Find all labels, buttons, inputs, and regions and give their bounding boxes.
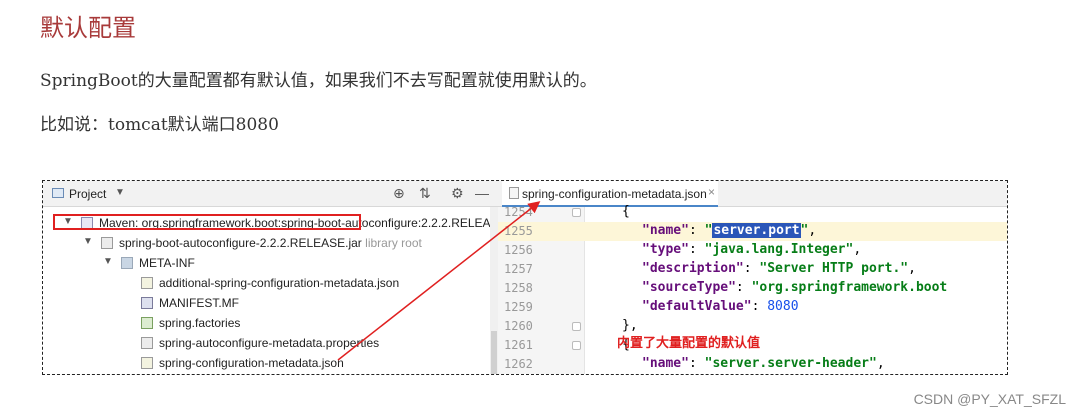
- code-line: 1259 "defaultValue": 8080: [498, 298, 1007, 317]
- tree-row-file[interactable]: MANIFEST.MF: [43, 293, 498, 313]
- code-separator: :: [751, 299, 768, 314]
- json-key: "description": [642, 261, 744, 276]
- json-key: "sourceType": [642, 280, 736, 295]
- code-separator: :: [688, 242, 705, 257]
- factories-file-icon: [141, 317, 153, 329]
- scrollbar-thumb[interactable]: [491, 331, 497, 374]
- code-text: {: [622, 204, 630, 219]
- project-panel-title[interactable]: Project: [69, 187, 106, 201]
- line-number: 1262: [504, 357, 533, 371]
- paragraph-tomcat-port: 比如说：tomcat默认端口8080: [40, 115, 279, 135]
- line-number: 1257: [504, 262, 533, 276]
- tree-row-label: META-INF: [139, 256, 195, 270]
- hide-panel-icon[interactable]: —: [475, 185, 489, 201]
- code-line: 1255 "name": "server.port",: [498, 222, 1007, 241]
- project-panel: Project ▼ ⊕ ⇅ ⚙ — ▼ Maven: org.springfra…: [43, 181, 498, 374]
- chevron-down-icon[interactable]: ▼: [115, 187, 125, 198]
- tree-row-jar[interactable]: ▼ spring-boot-autoconfigure-2.2.2.RELEAS…: [43, 233, 498, 253]
- code-separator: :: [688, 223, 705, 238]
- section-heading: 默认配置: [40, 14, 136, 42]
- collapse-all-icon[interactable]: ⇅: [419, 185, 431, 202]
- line-number: 1258: [504, 281, 533, 295]
- json-string: "Server HTTP port.": [759, 261, 909, 276]
- code-line: 1256 "type": "java.lang.Integer",: [498, 241, 1007, 260]
- fold-icon[interactable]: [572, 322, 581, 331]
- library-root-hint: library root: [365, 236, 422, 250]
- line-number: 1255: [504, 224, 533, 238]
- json-file-icon: [141, 277, 153, 289]
- code-line: 1258 "sourceType": "org.springframework.…: [498, 279, 1007, 298]
- json-key: "name": [642, 356, 689, 371]
- json-string: "java.lang.Integer": [704, 242, 854, 257]
- code-comma: ,: [853, 242, 862, 257]
- tree-row-file[interactable]: spring.factories: [43, 313, 498, 333]
- tree-row-label: MANIFEST.MF: [159, 296, 239, 310]
- code-text: },: [622, 318, 638, 333]
- code-line: 1257 "description": "Server HTTP port.",: [498, 260, 1007, 279]
- code-separator: :: [688, 356, 705, 371]
- tree-row-label: additional-spring-configuration-metadata…: [159, 276, 400, 290]
- tree-row-label: spring-autoconfigure-metadata.properties: [159, 336, 380, 350]
- tree-row-file[interactable]: additional-spring-configuration-metadata…: [43, 273, 498, 293]
- tree-row-label: spring-configuration-metadata.json: [159, 356, 344, 370]
- json-string: "org.springframework.boot: [751, 280, 948, 295]
- code-separator: :: [735, 280, 752, 295]
- tree-row-file[interactable]: spring-autoconfigure-metadata.properties: [43, 333, 498, 353]
- line-number: 1254: [504, 205, 533, 219]
- line-number: 1256: [504, 243, 533, 257]
- project-panel-header: Project ▼ ⊕ ⇅ ⚙ —: [43, 181, 498, 207]
- json-file-icon: [509, 187, 519, 199]
- annotation-label: 内置了大量配置的默认值: [617, 336, 761, 351]
- code-line: 1262 "name": "server.server-header",: [498, 355, 1007, 374]
- properties-file-icon: [141, 337, 153, 349]
- folder-icon: [121, 257, 133, 269]
- line-number: 1261: [504, 338, 533, 352]
- close-icon[interactable]: ×: [708, 185, 715, 199]
- json-number: 8080: [767, 299, 799, 314]
- tab-label: spring-configuration-metadata.json: [522, 187, 707, 201]
- ide-screenshot: Project ▼ ⊕ ⇅ ⚙ — ▼ Maven: org.springfra…: [42, 180, 1008, 375]
- json-key: "defaultValue": [642, 299, 752, 314]
- line-number: 1259: [504, 300, 533, 314]
- json-file-icon: [141, 357, 153, 369]
- chevron-down-icon[interactable]: ▼: [103, 256, 113, 267]
- fold-icon[interactable]: [572, 341, 581, 350]
- manifest-file-icon: [141, 297, 153, 309]
- tree-row-file[interactable]: spring-configuration-metadata.json: [43, 353, 498, 373]
- json-key: "type": [642, 242, 689, 257]
- tree-row-label: spring.factories: [159, 316, 241, 330]
- code-line: 1254 {: [498, 203, 1007, 222]
- code-comma: ,: [876, 356, 885, 371]
- tree-row-meta-inf[interactable]: ▼ META-INF: [43, 253, 498, 273]
- project-window-icon: [52, 188, 64, 198]
- paragraph-defaults: SpringBoot的大量配置都有默认值，如果我们不去写配置就使用默认的。: [40, 71, 597, 91]
- gear-icon[interactable]: ⚙: [451, 185, 464, 202]
- json-key: "name": [642, 223, 689, 238]
- tree-row-label: spring-boot-autoconfigure-2.2.2.RELEASE.…: [119, 236, 362, 250]
- code-comma: ,: [908, 261, 916, 276]
- highlight-box: [53, 214, 361, 230]
- code-comma: ,: [808, 223, 817, 238]
- fold-icon[interactable]: [572, 208, 581, 217]
- code-separator: :: [743, 261, 760, 276]
- line-number: 1260: [504, 319, 533, 333]
- jar-icon: [101, 237, 113, 249]
- locate-icon[interactable]: ⊕: [393, 185, 405, 202]
- json-string: "server.server-header": [704, 356, 877, 371]
- chevron-down-icon[interactable]: ▼: [83, 236, 93, 247]
- selected-text: server.port: [712, 223, 801, 238]
- watermark: CSDN @PY_XAT_SFZL: [913, 391, 1066, 407]
